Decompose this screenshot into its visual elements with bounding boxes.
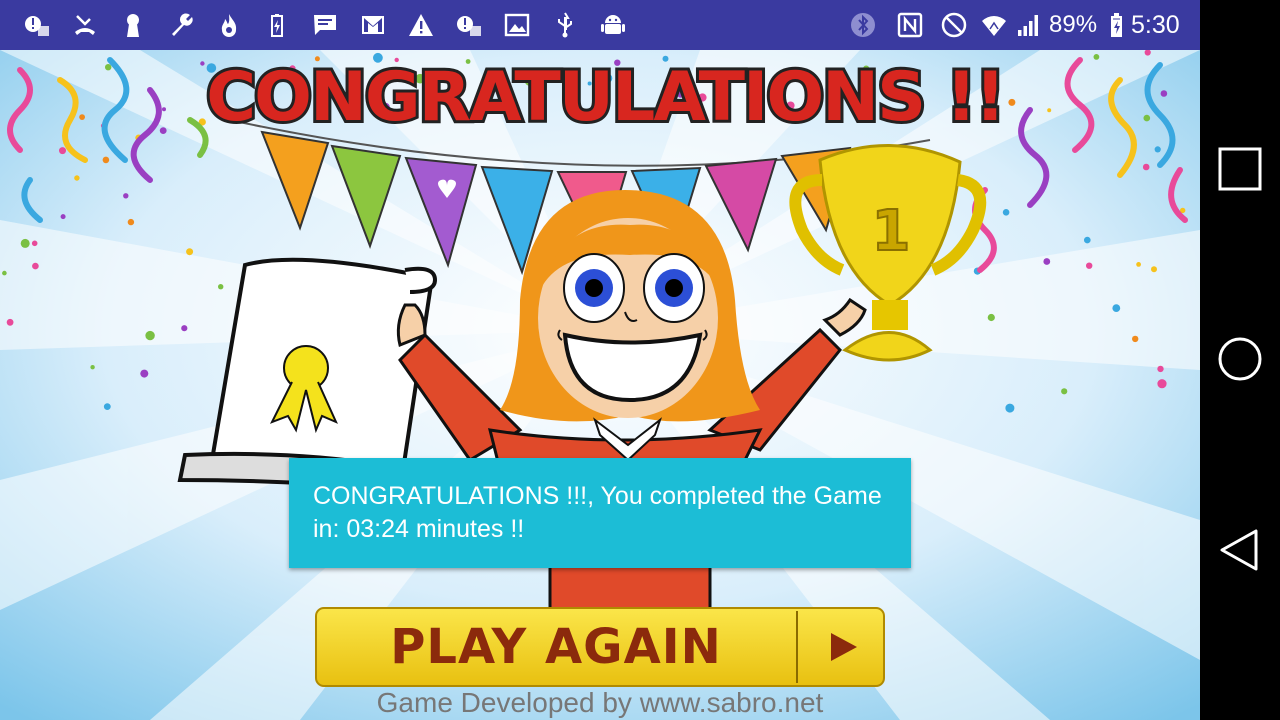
bluetooth-icon <box>848 10 878 40</box>
missed-call-icon <box>70 10 100 40</box>
developer-credit: Game Developed by www.sabro.net <box>376 687 824 718</box>
trophy-number: 1 <box>872 199 911 264</box>
game-screen: 1 CONGRATULATIONS !! CONGRATULATIONS !!!… <box>0 50 1200 720</box>
image-icon <box>502 10 532 40</box>
play-again-button[interactable]: PLAY AGAIN <box>315 607 885 687</box>
recents-button[interactable] <box>1216 145 1264 193</box>
completion-toast: CONGRATULATIONS !!!, You completed the G… <box>289 458 911 568</box>
recents-icon <box>1218 147 1262 191</box>
battery-icon <box>1101 10 1131 40</box>
trophy-icon: 1 <box>789 144 987 362</box>
banner-title: CONGRATULATIONS !! <box>206 58 1004 136</box>
android-debug-icon <box>598 10 628 40</box>
status-time: 5:30 <box>1131 11 1180 39</box>
home-button[interactable] <box>1216 335 1264 383</box>
back-icon <box>1220 529 1258 571</box>
warning-icon <box>406 10 436 40</box>
signal-icon <box>1014 10 1044 40</box>
home-icon <box>1218 337 1262 381</box>
battery-percent: 89% <box>1049 11 1098 38</box>
nfc-icon <box>895 10 925 40</box>
keyhole-icon <box>118 10 148 40</box>
navigation-bar <box>1200 0 1280 720</box>
toast-message: CONGRATULATIONS !!!, You completed the G… <box>313 482 882 543</box>
status-bar: 89% 5:30 <box>0 0 1200 50</box>
photo-alert-icon <box>22 10 52 40</box>
do-not-disturb-icon <box>939 10 969 40</box>
back-button[interactable] <box>1216 526 1264 574</box>
flame-icon <box>214 10 244 40</box>
wrench-icon <box>166 10 196 40</box>
certificate-scroll <box>177 257 438 493</box>
wifi-icon <box>979 10 1009 40</box>
usb-icon <box>550 10 580 40</box>
congratulations-banner: CONGRATULATIONS !! <box>203 56 1009 136</box>
play-again-label: PLAY AGAIN <box>390 619 722 675</box>
photo-alert-icon <box>454 10 484 40</box>
gmail-icon <box>358 10 388 40</box>
message-icon <box>310 10 340 40</box>
battery-charge-icon <box>262 10 292 40</box>
